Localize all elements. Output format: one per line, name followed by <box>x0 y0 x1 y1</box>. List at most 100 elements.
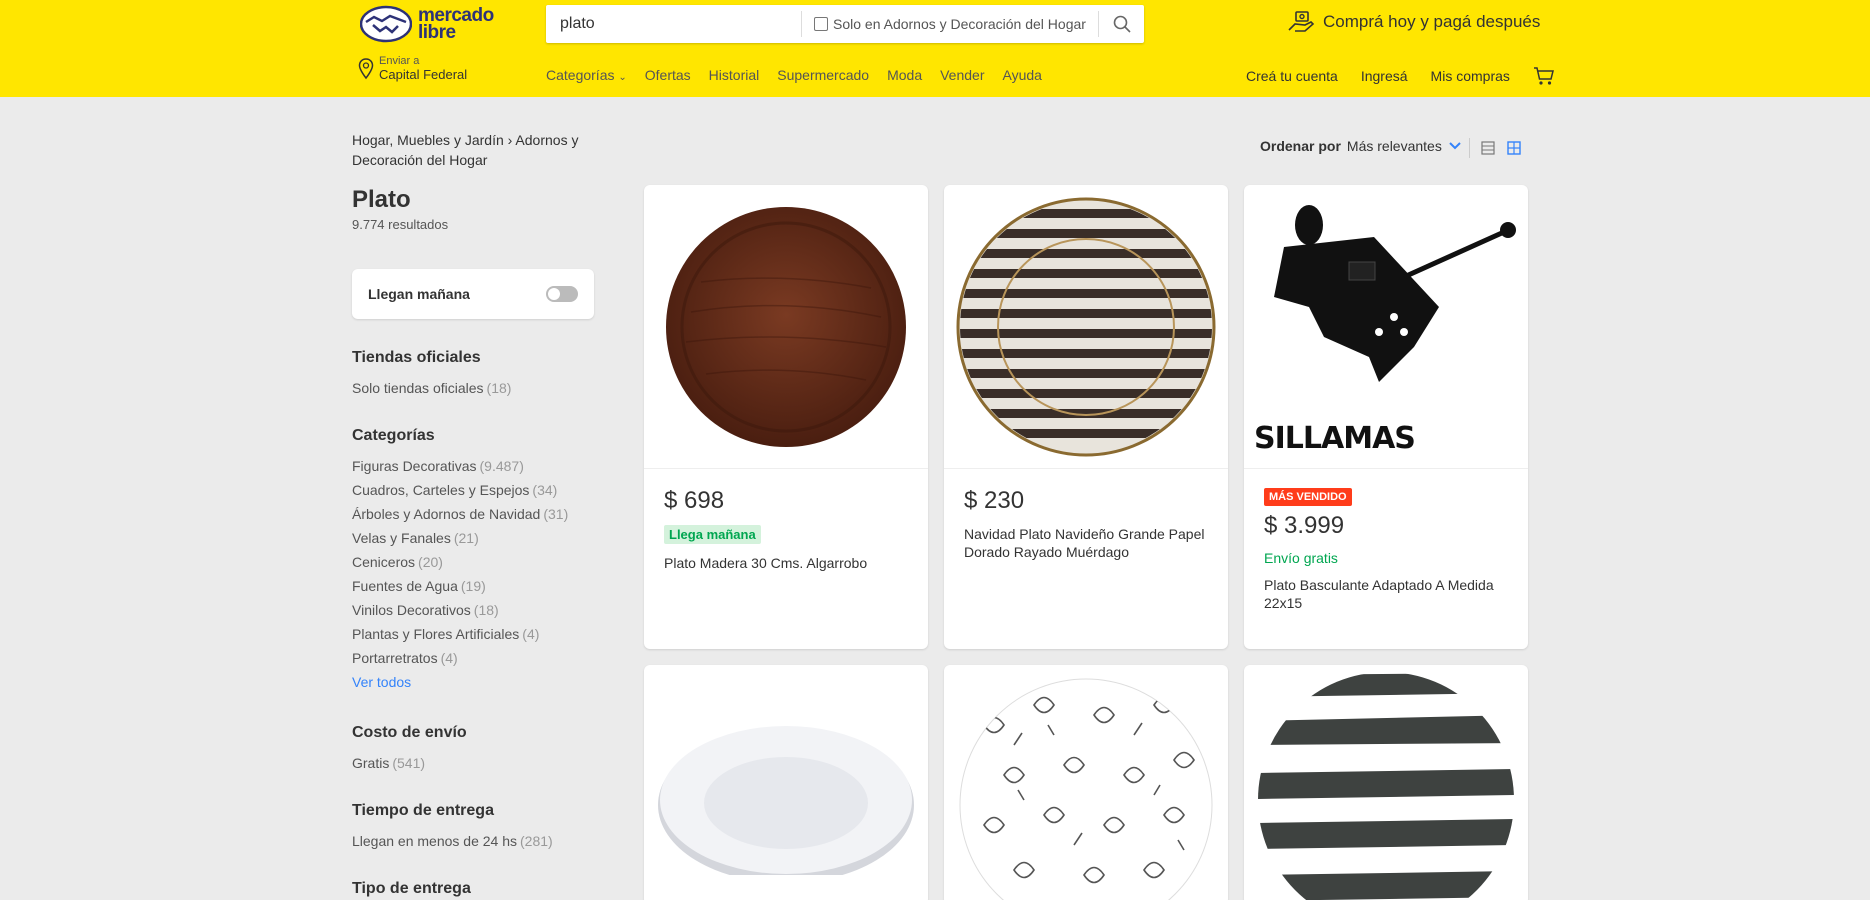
category-item[interactable]: Portarretratos (4) <box>352 646 568 670</box>
category-label: Fuentes de Agua <box>352 578 458 594</box>
category-label: Portarretratos <box>352 650 438 666</box>
product-card[interactable]: $ 230 Navidad Plato Navideño Grande Pape… <box>944 185 1228 649</box>
filter-item[interactable]: Gratis (541) <box>352 751 425 775</box>
product-image[interactable] <box>1244 665 1528 900</box>
category-item[interactable]: Vinilos Decorativos (18) <box>352 598 568 622</box>
category-item[interactable]: Plantas y Flores Artificiales (4) <box>352 622 568 646</box>
product-title[interactable]: Plato Madera 30 Cms. Algarrobo <box>664 554 908 572</box>
filter-label: Solo tiendas oficiales <box>352 380 484 396</box>
leaf-pattern-plate-image <box>959 678 1213 900</box>
logo[interactable]: mercado libre <box>360 5 494 43</box>
best-seller-badge: MÁS VENDIDO <box>1264 488 1352 506</box>
filter-list-delivery-time: Llegan en menos de 24 hs (281) <box>352 829 553 853</box>
arrive-tomorrow-filter: Llegan mañana <box>352 269 594 319</box>
search-scope-label: Solo en Adornos y Decoración del Hogar <box>833 16 1086 32</box>
nav-categorias[interactable]: Categorías ⌄ <box>546 67 627 83</box>
filter-count: (541) <box>392 755 426 771</box>
product-image[interactable] <box>644 665 928 900</box>
search-bar: Solo en Adornos y Decoración del Hogar <box>546 5 1144 43</box>
sillamas-logo: SILLAMAS <box>1254 421 1416 456</box>
category-item[interactable]: Ceniceros (20) <box>352 550 568 574</box>
filter-list-shipping-cost: Gratis (541) <box>352 751 425 775</box>
nav-ayuda[interactable]: Ayuda <box>1002 67 1041 83</box>
filter-item[interactable]: Solo tiendas oficiales (18) <box>352 376 511 400</box>
location-value: Capital Federal <box>379 67 468 82</box>
grid-view-icon[interactable] <box>1506 140 1522 156</box>
search-input[interactable] <box>546 5 801 43</box>
sort-label: Ordenar por <box>1260 138 1341 154</box>
category-count: (9.487) <box>479 458 524 474</box>
product-image[interactable] <box>644 185 928 469</box>
product-card[interactable] <box>944 665 1228 900</box>
product-price: $ 230 <box>964 487 1025 514</box>
promo-banner[interactable]: Comprá hoy y pagá después <box>1287 10 1540 34</box>
category-item[interactable]: Fuentes de Agua (19) <box>352 574 568 598</box>
product-title[interactable]: Plato Basculante Adaptado A Medida 22x15 <box>1264 576 1508 612</box>
category-count: (31) <box>543 506 569 522</box>
category-item[interactable]: Velas y Fanales (21) <box>352 526 568 550</box>
product-price: $ 3.999 <box>1264 512 1345 539</box>
chevron-down-icon <box>1449 142 1461 150</box>
product-title[interactable]: Navidad Plato Navideño Grande Papel Dora… <box>964 525 1208 561</box>
category-item[interactable]: Figuras Decorativas (9.487) <box>352 454 568 478</box>
filter-title-categories: Categorías <box>352 427 435 444</box>
category-count: (21) <box>453 530 479 546</box>
category-count: (19) <box>460 578 486 594</box>
product-card[interactable] <box>644 665 928 900</box>
category-count: (4) <box>522 626 540 642</box>
breadcrumb-item-hogar[interactable]: Hogar, Muebles y Jardín <box>352 132 504 148</box>
nav-historial[interactable]: Historial <box>709 67 760 83</box>
header: mercado libre Solo en Adornos y Decoraci… <box>0 0 1870 97</box>
white-plate-image <box>658 725 914 875</box>
view-toggle <box>1469 138 1522 158</box>
create-account-link[interactable]: Creá tu cuenta <box>1246 68 1338 84</box>
nav-ofertas[interactable]: Ofertas <box>645 67 691 83</box>
filter-item[interactable]: Llegan en menos de 24 hs (281) <box>352 829 553 853</box>
cart-icon[interactable] <box>1533 66 1555 86</box>
product-card[interactable] <box>1244 665 1528 900</box>
product-image[interactable]: SILLAMAS <box>1244 185 1528 469</box>
handshake-logo-icon <box>360 5 412 43</box>
nav-vender[interactable]: Vender <box>940 67 984 83</box>
promo-text: Comprá hoy y pagá después <box>1323 12 1541 31</box>
main-nav: Categorías ⌄ Ofertas Historial Supermerc… <box>546 67 1042 83</box>
search-scope-checkbox[interactable] <box>814 17 828 31</box>
my-purchases-link[interactable]: Mis compras <box>1431 68 1510 84</box>
product-card[interactable]: $ 698 Llega mañana Plato Madera 30 Cms. … <box>644 185 928 649</box>
arrive-tomorrow-toggle[interactable] <box>546 286 578 302</box>
category-item[interactable]: Cuadros, Carteles y Espejos (34) <box>352 478 568 502</box>
category-label: Velas y Fanales <box>352 530 451 546</box>
see-all-categories-link[interactable]: Ver todos <box>352 670 568 694</box>
striped-plate-image <box>1258 671 1514 900</box>
payment-hand-icon <box>1288 11 1315 32</box>
breadcrumb: Hogar, Muebles y Jardín › Adornos y Deco… <box>352 130 592 170</box>
location-label: Enviar a <box>379 55 420 67</box>
filter-title-delivery-time: Tiempo de entrega <box>352 802 494 819</box>
arrive-tomorrow-label: Llegan mañana <box>368 286 470 302</box>
login-link[interactable]: Ingresá <box>1361 68 1408 84</box>
category-count: (20) <box>418 554 443 570</box>
category-label: Ceniceros <box>352 554 416 570</box>
striped-gold-plate-image <box>956 197 1216 456</box>
category-item[interactable]: Árboles y Adornos de Navidad (31) <box>352 502 568 526</box>
list-view-icon[interactable] <box>1480 140 1496 156</box>
nav-categorias-label: Categorías <box>546 67 615 83</box>
search-button[interactable] <box>1098 11 1144 37</box>
filter-title-shipping-cost: Costo de envío <box>352 724 467 741</box>
nav-supermercado[interactable]: Supermercado <box>777 67 869 83</box>
page-title: Plato <box>352 186 411 213</box>
category-label: Árboles y Adornos de Navidad <box>352 506 541 522</box>
shipping-location[interactable]: Enviar a Capital Federal <box>358 55 467 82</box>
wooden-plate-image <box>666 206 906 447</box>
product-image[interactable] <box>944 665 1228 900</box>
filter-count: (281) <box>520 833 553 849</box>
sort-control[interactable]: Ordenar por Más relevantes <box>1260 138 1462 154</box>
product-image[interactable] <box>944 185 1228 469</box>
category-count: (18) <box>473 602 499 618</box>
arrive-tomorrow-badge: Llega mañana <box>664 525 761 544</box>
search-scope-filter[interactable]: Solo en Adornos y Decoración del Hogar <box>801 11 1098 37</box>
product-card[interactable]: SILLAMAS MÁS VENDIDO $ 3.999 Envío grati… <box>1244 185 1528 649</box>
sort-value: Más relevantes <box>1346 138 1442 154</box>
nav-moda[interactable]: Moda <box>887 67 922 83</box>
free-shipping-label: Envío gratis <box>1264 550 1338 566</box>
